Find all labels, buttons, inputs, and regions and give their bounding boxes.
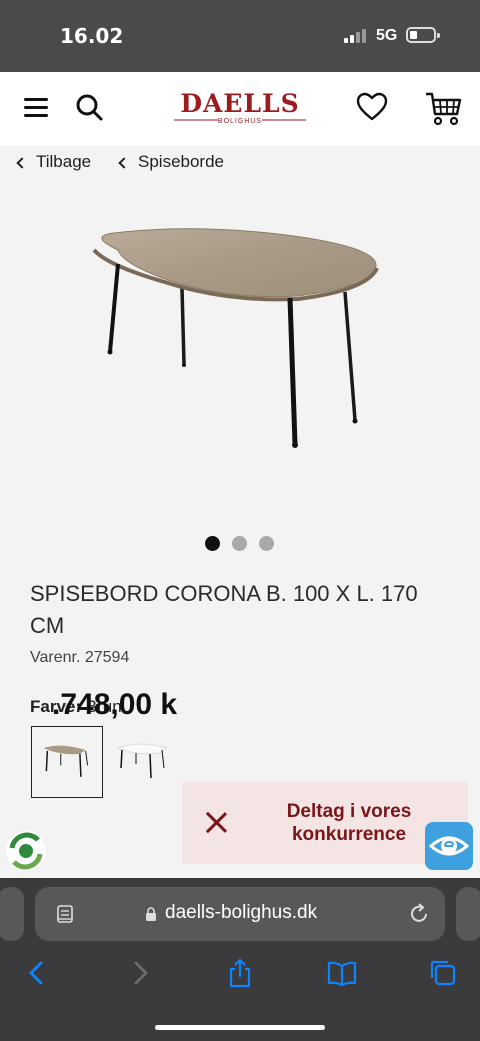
status-time: 16.02: [60, 24, 124, 48]
product-sku: Varenr. 27594: [30, 649, 130, 666]
reader-icon[interactable]: [55, 904, 75, 924]
color-swatch-brown[interactable]: [31, 726, 103, 798]
reload-icon[interactable]: [407, 902, 431, 926]
signal-icon: [344, 29, 368, 43]
home-indicator: [155, 1025, 325, 1030]
carousel-dot[interactable]: [232, 536, 247, 551]
promo-text[interactable]: Deltag i vores konkurrence: [264, 800, 434, 846]
cart-icon[interactable]: [424, 90, 462, 126]
chevron-left-icon: [16, 156, 28, 169]
book-icon[interactable]: [327, 958, 357, 988]
chevron-right-icon[interactable]: [125, 958, 155, 988]
color-swatch-white[interactable]: [110, 726, 182, 798]
logo-brand: DAELLS: [180, 89, 300, 118]
back-link[interactable]: Tilbage: [16, 152, 92, 172]
breadcrumb: Tilbage Spiseborde: [0, 150, 480, 180]
category-link[interactable]: Spiseborde: [118, 152, 225, 172]
category-label: Spiseborde: [138, 152, 225, 171]
status-bar: 16.02 5G: [0, 0, 480, 72]
browser-toolbar: daells-bolighus.dk: [0, 878, 480, 1041]
product-price: .748,00 k: [52, 688, 178, 721]
sustainability-badge[interactable]: [4, 826, 48, 876]
address-bar[interactable]: daells-bolighus.dk: [35, 887, 445, 941]
share-icon[interactable]: [225, 958, 255, 988]
chevron-left-icon[interactable]: [22, 958, 52, 988]
product-image[interactable]: [48, 188, 432, 494]
site-header: DAELLS BOLIGHUS: [0, 72, 480, 146]
url-text[interactable]: daells-bolighus.dk: [165, 902, 317, 924]
previous-tab[interactable]: [0, 887, 24, 941]
product-title: SPISEBORD CORONA B. 100 X L. 170 CM: [30, 581, 418, 638]
network-label: 5G: [376, 27, 398, 44]
logo[interactable]: DAELLS BOLIGHUS: [170, 90, 310, 128]
next-tab[interactable]: [456, 887, 480, 941]
back-label: Tilbage: [36, 152, 92, 171]
search-icon[interactable]: [74, 92, 104, 122]
eye-icon[interactable]: [425, 822, 473, 870]
tabs-icon[interactable]: [428, 958, 458, 988]
carousel-dots: [205, 536, 274, 551]
carousel-dot[interactable]: [259, 536, 274, 551]
battery-icon: [406, 27, 440, 43]
product-page: Tilbage Spiseborde SPISEBORD CORONA B. 1…: [0, 146, 480, 884]
heart-icon[interactable]: [356, 92, 388, 122]
chevron-left-icon: [118, 156, 130, 169]
menu-icon[interactable]: [24, 98, 48, 118]
carousel-dot[interactable]: [205, 536, 220, 551]
logo-subtext: BOLIGHUS: [218, 118, 262, 125]
close-icon[interactable]: [204, 810, 228, 834]
lock-icon: [146, 907, 156, 921]
